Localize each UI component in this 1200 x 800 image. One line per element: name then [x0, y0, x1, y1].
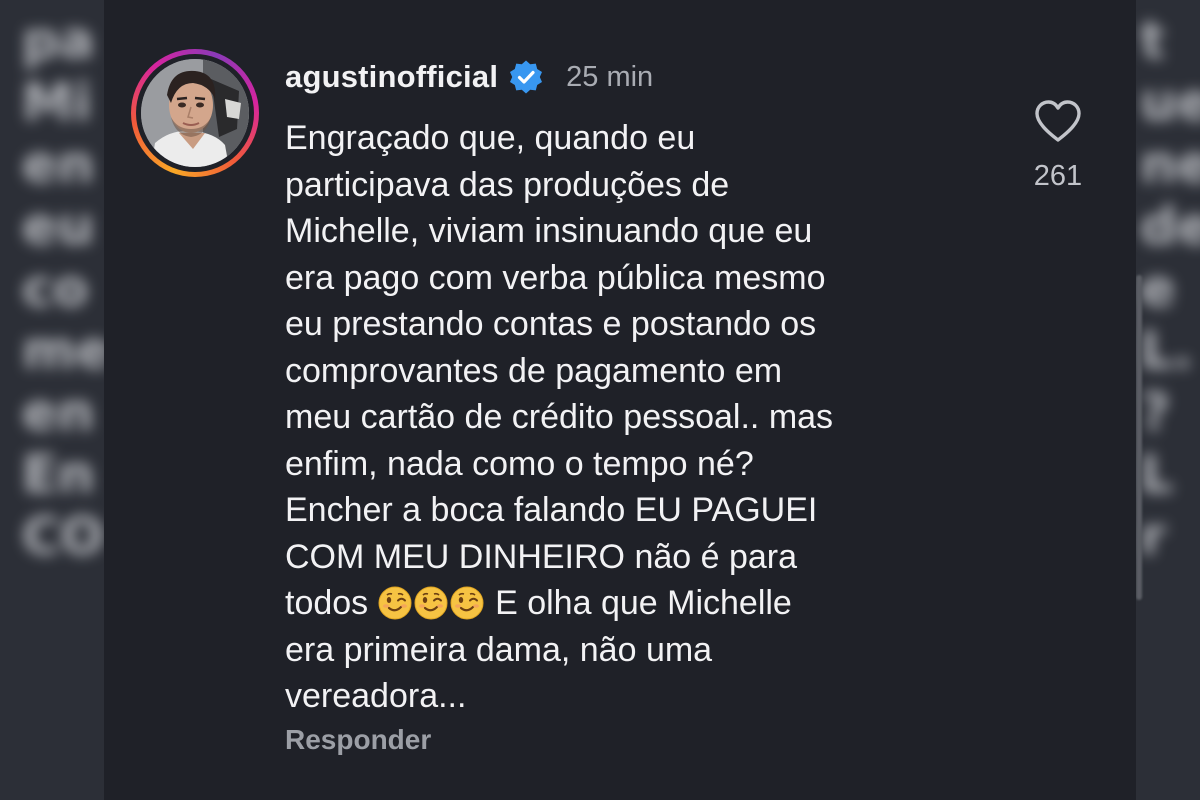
like-count: 261	[1033, 160, 1083, 192]
avatar-portrait-icon	[141, 59, 249, 167]
comment-line: era pago com verba pública mesmo	[285, 258, 826, 297]
screenshot-stage: pa Mi en eu co me en En CO t ue ne de e …	[0, 0, 1200, 800]
story-ring[interactable]	[131, 49, 259, 177]
winking-face-emoji	[414, 586, 448, 620]
reply-button[interactable]: Responder	[285, 724, 431, 756]
comment-line: COM MEU DINHEIRO não é para	[285, 537, 798, 576]
comment-line: enfim, nada como o tempo né?	[285, 444, 754, 483]
avatar-gap	[136, 54, 254, 172]
comment-line: participava das produções de	[285, 165, 730, 204]
comment-line: meu cartão de crédito pessoal.. mas	[285, 398, 834, 436]
comment-line: Encher a boca falando EU PAGUEI	[285, 491, 818, 529]
comment-line: comprovantes de pagamento em	[285, 351, 783, 390]
comment-timestamp[interactable]: 25 min	[566, 61, 653, 94]
blurred-text-left: pa Mi en eu co me en En CO	[22, 11, 104, 567]
verified-badge-icon	[508, 59, 544, 95]
scrollbar[interactable]	[1136, 275, 1142, 600]
blurred-text-right: t ue ne de e L. ? L r	[1140, 11, 1200, 567]
blurred-background-left: pa Mi en eu co me en En CO	[0, 0, 104, 800]
comment-line: vereadora...	[285, 677, 467, 715]
blurred-background-right: t ue ne de e L. ? L r	[1136, 0, 1200, 800]
like-button[interactable]	[1033, 98, 1083, 144]
avatar[interactable]	[141, 59, 249, 167]
winking-face-emoji	[378, 586, 412, 620]
comment-line: eu prestando contas e postando os	[285, 305, 817, 343]
comment-text: Engraçado que, quando eu participava das…	[285, 115, 985, 720]
winking-face-emoji	[450, 586, 484, 620]
comment-card: agustinofficial 25 min Engraçado que, qu…	[104, 0, 1136, 800]
comment-header: agustinofficial 25 min	[285, 55, 653, 99]
comment-line-end: E olha que Michelle	[495, 584, 792, 622]
comment-line-with-emojis: todos E olha que Michelle	[285, 580, 985, 627]
username-link[interactable]: agustinofficial	[285, 59, 498, 95]
comment-line: Michelle, viviam insinuando que eu	[285, 212, 813, 250]
comment-line-start: todos	[285, 584, 369, 622]
heart-outline-icon	[1035, 100, 1081, 142]
comment-line: Engraçado que, quando eu	[285, 119, 696, 157]
comment-line: era primeira dama, não uma	[285, 630, 713, 669]
